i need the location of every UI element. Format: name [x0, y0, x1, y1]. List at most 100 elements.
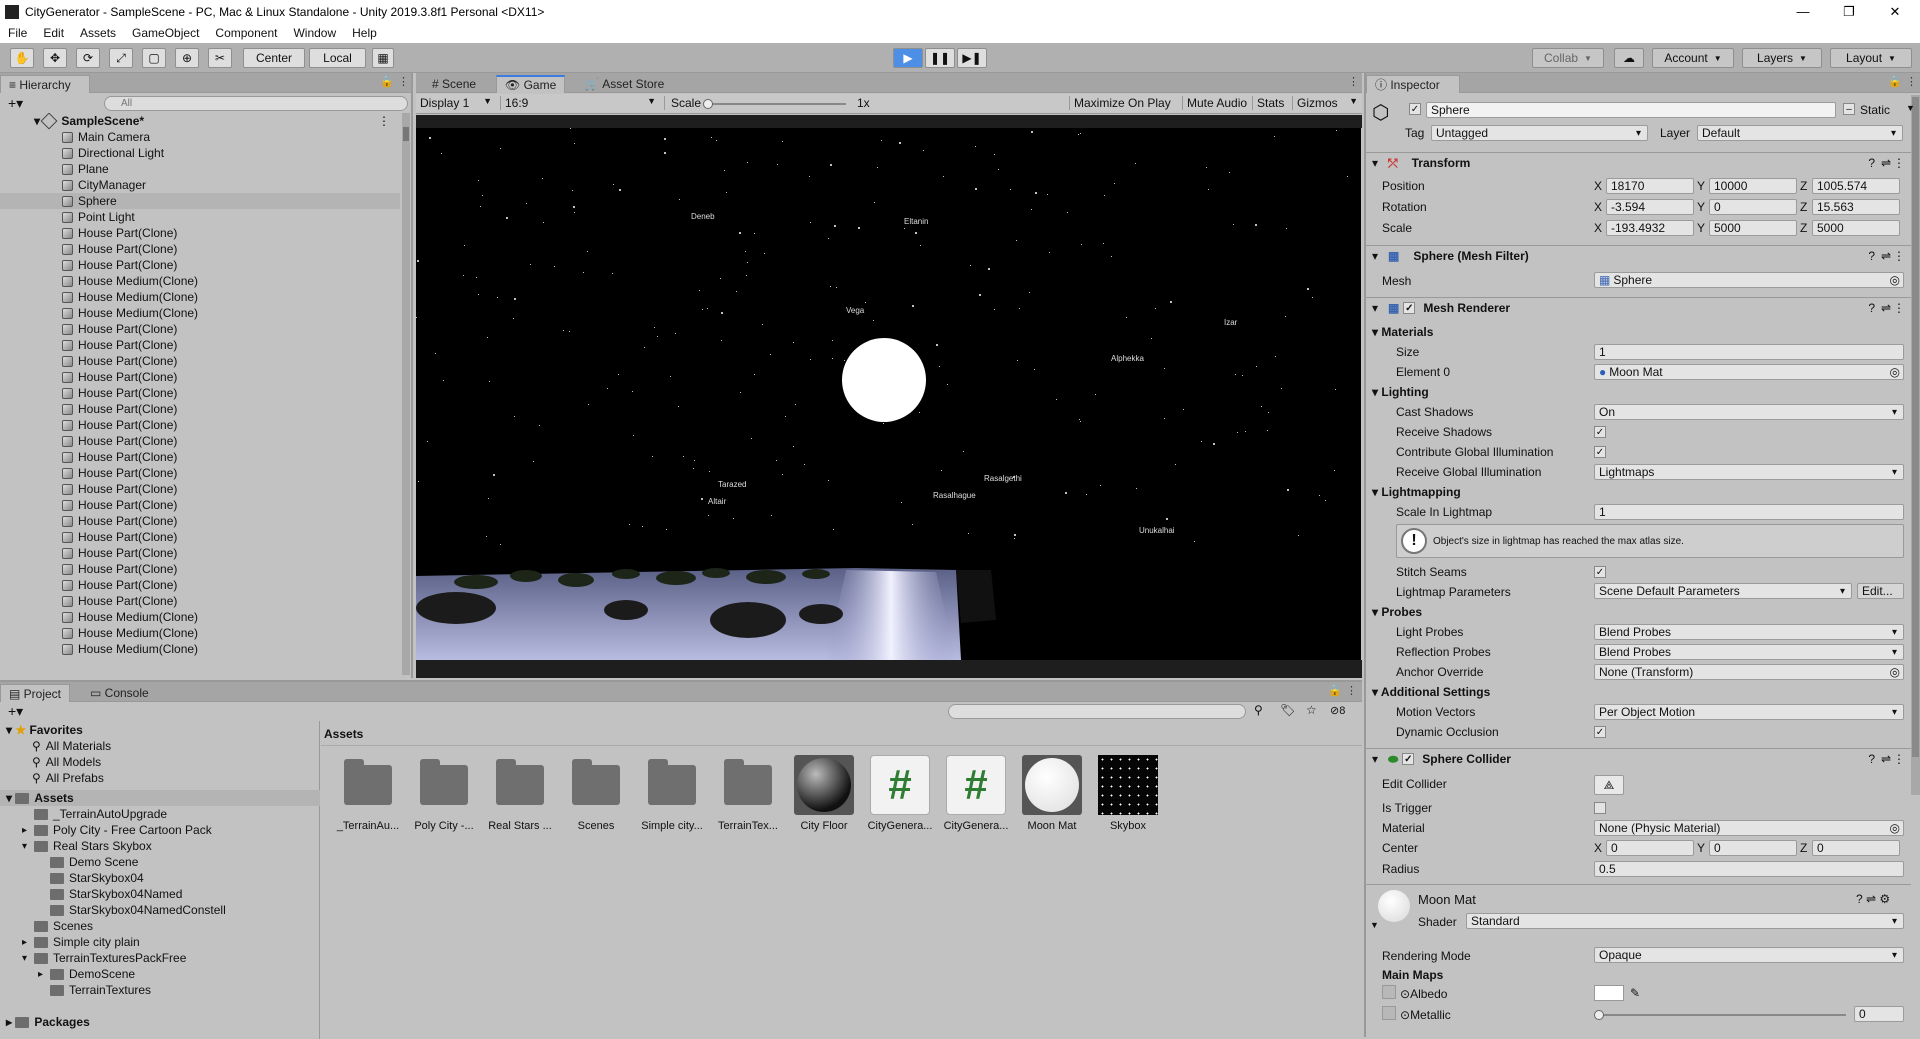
lighting-foldout[interactable]: ▾ Lighting	[1372, 385, 1429, 399]
sphere-collider-header[interactable]: ▾ ⬬ ✓ Sphere Collider ? ⇌ ⋮	[1366, 748, 1911, 769]
stitch-seams-checkbox[interactable]: ✓	[1594, 566, 1606, 578]
position-x-field[interactable]: 18170	[1606, 178, 1694, 194]
tab-asset-store[interactable]: 🛒 Asset Store	[576, 75, 672, 93]
materials-foldout[interactable]: ▾ Materials	[1372, 325, 1433, 339]
asset-tile[interactable]: Skybox	[1090, 755, 1166, 832]
play-button[interactable]: ▶	[893, 48, 923, 68]
radius-field[interactable]: 0.5	[1594, 861, 1904, 877]
hierarchy-item[interactable]: Point Light	[0, 209, 400, 225]
project-folder-row[interactable]: ▸ Simple city plain	[22, 934, 140, 950]
project-folder-row[interactable]: TerrainTextures	[38, 982, 151, 998]
search-by-type-icon[interactable]: ⚲	[1254, 703, 1263, 717]
hierarchy-item[interactable]: House Part(Clone)	[0, 497, 400, 513]
component-menu-icon[interactable]: ⋮	[1893, 249, 1905, 263]
step-button[interactable]: ▶❚	[957, 48, 987, 68]
hierarchy-scroll-thumb[interactable]	[403, 127, 409, 141]
maximize-button[interactable]: ❐	[1826, 0, 1872, 23]
position-y-field[interactable]: 10000	[1709, 178, 1797, 194]
static-dropdown-arrow[interactable]: ▼	[1906, 103, 1915, 113]
project-create-button[interactable]: +▾	[8, 703, 23, 720]
scene-row[interactable]: ▾ SampleScene* ⋮	[0, 113, 400, 130]
tag-dropdown[interactable]: Untagged	[1431, 125, 1648, 141]
foldout-arrow-icon[interactable]: ▸	[38, 969, 50, 980]
cloud-icon[interactable]: ☁	[1614, 48, 1644, 68]
display-dropdown[interactable]: Display 1 ▼	[420, 96, 492, 110]
center-z-field[interactable]: 0	[1812, 840, 1900, 856]
inspector-menu-icon[interactable]: ⋮	[1906, 75, 1917, 88]
hierarchy-menu-icon[interactable]: ⋮	[398, 75, 409, 88]
scale-x-field[interactable]: -193.4932	[1606, 220, 1694, 236]
shader-dropdown[interactable]: Standard	[1466, 913, 1904, 929]
asset-tile[interactable]: _TerrainAu...	[330, 755, 406, 832]
hierarchy-item[interactable]: Directional Light	[0, 145, 400, 161]
component-menu-icon[interactable]: ⋮	[1893, 752, 1905, 766]
albedo-color-swatch[interactable]	[1594, 985, 1624, 1001]
packages-row[interactable]: ▸ Packages	[6, 1014, 90, 1030]
layout-dropdown[interactable]: Layout ▼	[1830, 48, 1912, 68]
mesh-renderer-enabled-checkbox[interactable]: ✓	[1403, 302, 1416, 314]
scale-z-field[interactable]: 5000	[1812, 220, 1900, 236]
center-x-field[interactable]: 0	[1606, 840, 1694, 856]
position-z-field[interactable]: 1005.574	[1812, 178, 1900, 194]
hierarchy-item[interactable]: CityManager	[0, 177, 400, 193]
snap-button[interactable]: ▦	[372, 48, 394, 68]
rendering-mode-dropdown[interactable]: Opaque	[1594, 947, 1904, 963]
sphere-collider-enabled-checkbox[interactable]: ✓	[1402, 753, 1415, 765]
component-menu-icon[interactable]: ⋮	[1893, 156, 1905, 170]
menu-edit[interactable]: Edit	[35, 26, 72, 40]
lightmapping-foldout[interactable]: ▾ Lightmapping	[1372, 485, 1461, 499]
close-button[interactable]: ✕	[1872, 0, 1918, 23]
hierarchy-item[interactable]: House Part(Clone)	[0, 465, 400, 481]
metallic-slider-thumb[interactable]	[1594, 1010, 1604, 1020]
project-lock-icon[interactable]: 🔒	[1328, 684, 1342, 697]
hierarchy-item[interactable]: House Part(Clone)	[0, 401, 400, 417]
dynamic-occlusion-checkbox[interactable]: ✓	[1594, 726, 1606, 738]
gizmos-dropdown[interactable]: Gizmos ▼	[1292, 96, 1362, 110]
mesh-filter-header[interactable]: ▾ ▦ Sphere (Mesh Filter) ? ⇌ ⋮	[1366, 245, 1911, 266]
tab-console[interactable]: ▭ Console	[82, 684, 157, 702]
project-folder-row[interactable]: ▸ DemoScene	[38, 966, 135, 982]
collab-button[interactable]: Collab ▼	[1532, 48, 1604, 68]
hierarchy-item[interactable]: House Part(Clone)	[0, 241, 400, 257]
scene-menu-icon[interactable]: ⋮	[378, 114, 390, 128]
layer-dropdown[interactable]: Default	[1697, 125, 1903, 141]
hierarchy-item[interactable]: Plane	[0, 161, 400, 177]
contribute-gi-checkbox[interactable]: ✓	[1594, 446, 1606, 458]
object-picker-icon[interactable]: ◎	[1890, 365, 1900, 379]
hand-tool-button[interactable]: ✋	[10, 48, 34, 68]
search-by-label-icon[interactable]: 🏷	[1280, 703, 1295, 717]
motion-vectors-dropdown[interactable]: Per Object Motion	[1594, 704, 1904, 720]
layers-dropdown[interactable]: Layers ▼	[1742, 48, 1822, 68]
probes-foldout[interactable]: ▾ Probes	[1372, 605, 1422, 619]
hierarchy-item[interactable]: House Part(Clone)	[0, 321, 400, 337]
minimize-button[interactable]: —	[1780, 0, 1826, 23]
pivot-center-button[interactable]: Center	[243, 48, 305, 68]
project-folder-row[interactable]: StarSkybox04	[38, 870, 144, 886]
mute-audio-toggle[interactable]: Mute Audio	[1182, 96, 1247, 110]
lightmap-params-edit-button[interactable]: Edit...	[1857, 583, 1904, 599]
additional-settings-foldout[interactable]: ▾ Additional Settings	[1372, 685, 1490, 699]
receive-gi-dropdown[interactable]: Lightmaps	[1594, 464, 1904, 480]
hierarchy-item[interactable]: House Part(Clone)	[0, 337, 400, 353]
element0-field[interactable]: ● Moon Mat ◎	[1594, 364, 1904, 380]
foldout-arrow-icon[interactable]: ▸	[22, 937, 34, 948]
hierarchy-item[interactable]: House Part(Clone)	[0, 433, 400, 449]
aspect-dropdown[interactable]: 16:9 ▼	[500, 96, 656, 110]
asset-tile[interactable]: # CityGenera...	[862, 755, 938, 832]
move-tool-button[interactable]: ✥	[43, 48, 67, 68]
menu-help[interactable]: Help	[344, 26, 385, 40]
game-viewport[interactable]: Deneb Eltanin Vega Izar Alphekka Tarazed Altai…	[416, 128, 1361, 660]
hierarchy-item[interactable]: House Part(Clone)	[0, 257, 400, 273]
custom-tool-button[interactable]: ✂	[208, 48, 232, 68]
tab-project[interactable]: ▤ Project	[0, 684, 71, 702]
hierarchy-item[interactable]: House Part(Clone)	[0, 513, 400, 529]
asset-tile[interactable]: # CityGenera...	[938, 755, 1014, 832]
project-folder-row[interactable]: _TerrainAutoUpgrade	[22, 806, 167, 822]
collider-material-field[interactable]: None (Physic Material) ◎	[1594, 820, 1904, 836]
project-search-input[interactable]	[948, 704, 1246, 719]
project-folder-row[interactable]: ▾ TerrainTexturesPackFree	[22, 950, 186, 966]
object-picker-icon[interactable]: ◎	[1890, 665, 1900, 679]
assets-breadcrumb[interactable]: Assets	[324, 727, 363, 741]
game-menu-icon[interactable]: ⋮	[1348, 75, 1359, 88]
help-icon[interactable]: ?	[1868, 752, 1875, 766]
